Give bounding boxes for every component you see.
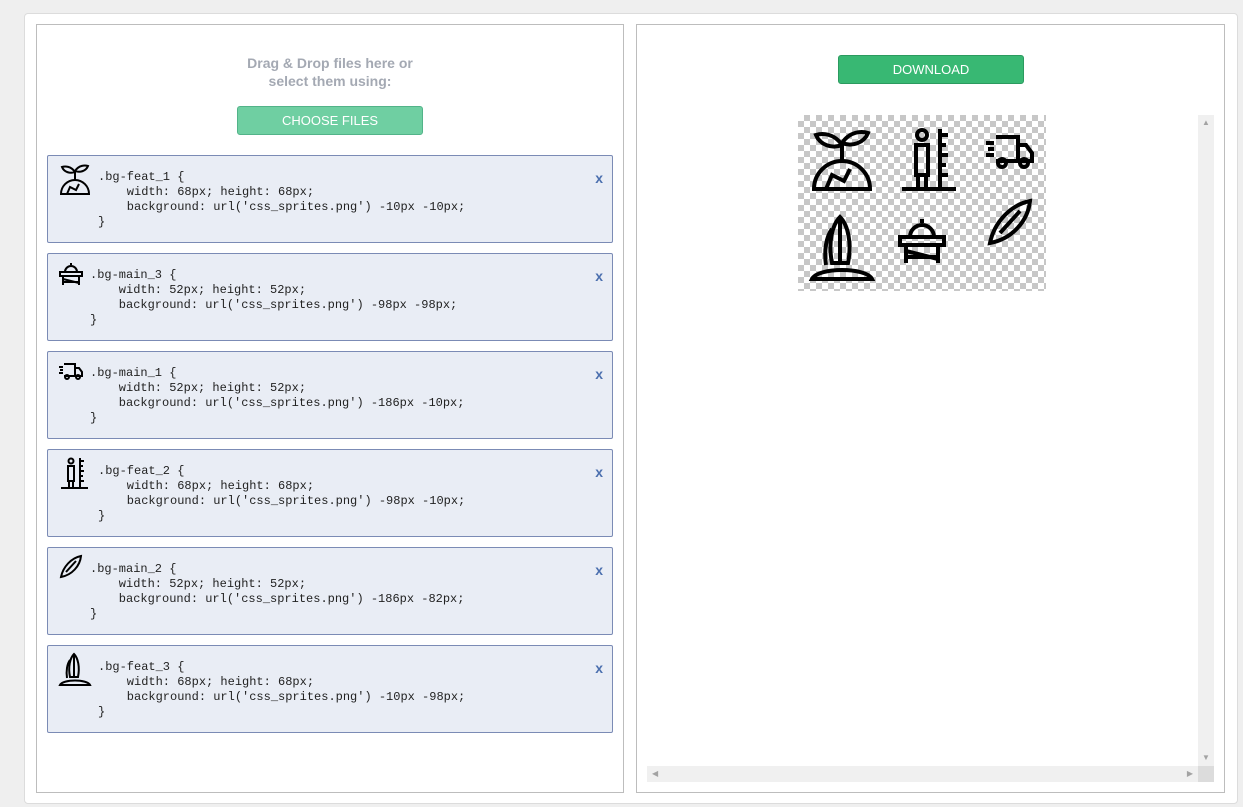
css-output-list: .bg-feat_1 { width: 68px; height: 68px; … [47, 155, 613, 743]
remove-item-button[interactable]: x [595, 268, 603, 284]
surfboards-island-icon [58, 652, 92, 686]
scrollbar-corner [1198, 766, 1214, 782]
css-code: .bg-feat_2 { width: 68px; height: 68px; … [98, 464, 466, 523]
css-item-bg-feat-2: .bg-feat_2 { width: 68px; height: 68px; … [47, 449, 613, 537]
drop-zone-instructions: Drag & Drop files here or select them us… [37, 54, 623, 90]
sprite-sheet-preview [798, 115, 1046, 291]
remove-item-button[interactable]: x [595, 170, 603, 186]
remove-item-button[interactable]: x [595, 562, 603, 578]
table-saw-icon [59, 263, 83, 285]
sprout-on-globe-icon [811, 130, 873, 191]
css-item-bg-main-2: .bg-main_2 { width: 52px; height: 52px; … [47, 547, 613, 635]
css-item-bg-main-1: .bg-main_1 { width: 52px; height: 52px; … [47, 351, 613, 439]
height-measure-icon [902, 128, 956, 191]
remove-item-button[interactable]: x [595, 464, 603, 480]
delivery-truck-icon [59, 363, 83, 380]
remove-item-button[interactable]: x [595, 660, 603, 676]
scroll-left-arrow-icon[interactable]: ◀ [652, 770, 658, 778]
sprite-preview-viewport[interactable]: ▲ ▼ ◀ ▶ [647, 115, 1214, 782]
choose-files-button[interactable]: CHOOSE FILES [237, 106, 423, 135]
surfboards-island-icon [808, 214, 876, 281]
upload-panel: Drag & Drop files here or select them us… [36, 24, 624, 793]
scroll-up-arrow-icon[interactable]: ▲ [1202, 119, 1210, 127]
surfboard-icon [987, 198, 1033, 246]
vertical-scrollbar[interactable]: ▲ ▼ [1198, 115, 1214, 766]
output-panel: DOWNLOAD ▲ ▼ ◀ ▶ [636, 24, 1225, 793]
surfboard-icon [59, 554, 83, 579]
delivery-truck-icon [986, 135, 1034, 169]
css-item-bg-feat-1: .bg-feat_1 { width: 68px; height: 68px; … [47, 155, 613, 243]
css-code: .bg-feat_3 { width: 68px; height: 68px; … [98, 660, 466, 719]
drop-text-line1: Drag & Drop files here or [247, 55, 413, 71]
css-code: .bg-main_2 { width: 52px; height: 52px; … [90, 562, 465, 621]
scroll-right-arrow-icon[interactable]: ▶ [1187, 770, 1193, 778]
height-measure-icon [61, 457, 88, 489]
css-code: .bg-main_3 { width: 52px; height: 52px; … [90, 268, 458, 327]
sprout-on-globe-icon [59, 164, 91, 195]
table-saw-icon [898, 219, 946, 263]
css-item-bg-feat-3: .bg-feat_3 { width: 68px; height: 68px; … [47, 645, 613, 733]
css-code: .bg-feat_1 { width: 68px; height: 68px; … [98, 170, 466, 229]
horizontal-scrollbar[interactable]: ◀ ▶ [647, 766, 1214, 782]
download-button[interactable]: DOWNLOAD [838, 55, 1024, 84]
css-code: .bg-main_1 { width: 52px; height: 52px; … [90, 366, 465, 425]
drop-text-line2: select them using: [268, 73, 392, 89]
css-item-bg-main-3: .bg-main_3 { width: 52px; height: 52px; … [47, 253, 613, 341]
scroll-down-arrow-icon[interactable]: ▼ [1202, 754, 1210, 762]
remove-item-button[interactable]: x [595, 366, 603, 382]
